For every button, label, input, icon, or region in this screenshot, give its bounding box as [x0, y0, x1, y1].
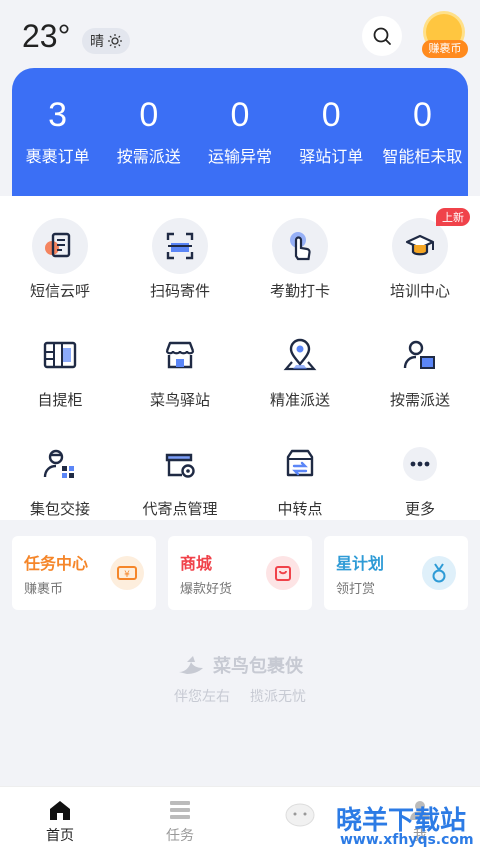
shop-gear-icon — [152, 436, 208, 492]
tab-label: 任务 — [166, 828, 194, 844]
brand-footer: 菜鸟包裹侠 伴您左右 揽派无忧 — [0, 652, 480, 706]
stat-locker-uncollected[interactable]: 0 智能柜未取 — [377, 68, 468, 196]
brand-logo: 菜鸟包裹侠 — [0, 652, 480, 678]
svg-text:¥: ¥ — [124, 570, 130, 580]
bird-logo-icon — [179, 656, 203, 674]
tab-tasks[interactable]: 任务 — [120, 787, 240, 853]
grid-item-attendance[interactable]: 考勤打卡 — [240, 218, 360, 301]
watermark-url: www.xfhyqs.com — [340, 832, 474, 848]
grid-item-pickup-locker[interactable]: 自提柜 — [0, 327, 120, 410]
grid-item-label: 集包交接 — [29, 500, 90, 518]
grid-item-transfer-point[interactable]: 中转点 — [240, 436, 360, 519]
top-bar: 23° 晴 赚裹币 — [0, 0, 480, 70]
promo-cards: 任务中心 赚裹币 ¥ 商城 爆款好货 星计划 领打赏 — [12, 536, 468, 610]
grid-item-label: 中转点 — [277, 500, 323, 518]
grid-item-training[interactable]: 上新 培训中心 — [360, 208, 480, 301]
stat-transport-exception[interactable]: 0 运输异常 — [194, 68, 285, 196]
sun-icon — [108, 34, 122, 48]
grid-item-precise-delivery[interactable]: 精准派送 — [240, 327, 360, 410]
more-dots-icon — [392, 436, 448, 492]
grid-item-label: 代寄点管理 — [142, 500, 218, 518]
temperature: 23° — [22, 18, 71, 54]
slogan-left: 伴您左右 — [174, 689, 230, 705]
coin-label: 赚裹币 — [422, 40, 468, 58]
search-icon — [373, 27, 391, 45]
transfer-box-icon — [272, 436, 328, 492]
grid-item-sms-call[interactable]: 短信云呼 — [0, 218, 120, 301]
stat-value: 0 — [321, 96, 341, 134]
grid-item-label: 按需派送 — [389, 391, 450, 409]
search-button[interactable] — [362, 16, 402, 56]
sms-call-icon — [32, 218, 88, 274]
order-stats-panel: 3 裹裹订单 0 按需派送 0 运输异常 0 驿站订单 0 智能柜未取 — [12, 68, 468, 196]
sheep-mascot-icon — [285, 803, 315, 827]
grid-item-scan-send[interactable]: 扫码寄件 — [120, 218, 240, 301]
grid-item-label: 自提柜 — [37, 391, 83, 409]
courier-box-icon — [392, 327, 448, 383]
store-icon — [152, 327, 208, 383]
grid-item-on-demand-delivery[interactable]: 按需派送 — [360, 327, 480, 410]
tab-label: 首页 — [46, 828, 74, 844]
location-pin-icon — [272, 327, 328, 383]
shopping-bag-icon — [266, 556, 300, 590]
stat-label: 按需派送 — [116, 147, 181, 166]
grid-item-more[interactable]: 更多 — [360, 436, 480, 519]
grid-item-label: 培训中心 — [389, 282, 450, 300]
grid-item-cainiao-station[interactable]: 菜鸟驿站 — [120, 327, 240, 410]
card-star-plan[interactable]: 星计划 领打赏 — [324, 536, 468, 610]
stat-on-demand-delivery[interactable]: 0 按需派送 — [103, 68, 194, 196]
touch-icon — [272, 218, 328, 274]
grid-item-label: 菜鸟驿站 — [149, 391, 210, 409]
grid-item-agent-point-management[interactable]: 代寄点管理 — [120, 436, 240, 519]
function-panel: 短信云呼 扫码寄件 考勤打卡 上新 培训中心 自提柜 菜鸟驿站 精准派送 按需派… — [0, 196, 480, 520]
new-badge: 上新 — [436, 208, 470, 226]
card-mall[interactable]: 商城 爆款好货 — [168, 536, 312, 610]
grid-item-label: 扫码寄件 — [149, 282, 210, 300]
slogan-right: 揽派无忧 — [250, 689, 306, 705]
list-icon — [170, 801, 190, 819]
grid-item-label: 考勤打卡 — [269, 282, 330, 300]
locker-icon — [32, 327, 88, 383]
brand-name: 菜鸟包裹侠 — [213, 656, 303, 677]
brand-slogan: 伴您左右 揽派无忧 — [0, 686, 480, 706]
graduation-cap-icon — [392, 218, 448, 274]
courier-qr-icon — [32, 436, 88, 492]
stat-label: 裹裹订单 — [25, 147, 90, 166]
home-icon — [50, 801, 70, 820]
stat-value: 0 — [139, 96, 159, 134]
function-grid: 短信云呼 扫码寄件 考勤打卡 上新 培训中心 自提柜 菜鸟驿站 精准派送 按需派… — [0, 208, 480, 519]
tab-home[interactable]: 首页 — [0, 787, 120, 853]
stat-value: 3 — [48, 96, 68, 134]
grid-item-bag-handover[interactable]: 集包交接 — [0, 436, 120, 519]
stat-parcel-orders[interactable]: 3 裹裹订单 — [12, 68, 103, 196]
grid-item-label: 精准派送 — [269, 391, 330, 409]
earn-coin-button[interactable]: 赚裹币 — [420, 12, 468, 60]
stat-value: 0 — [412, 96, 432, 134]
medal-icon — [422, 556, 456, 590]
weather-badge[interactable]: 晴 — [82, 28, 130, 54]
stat-value: 0 — [230, 96, 250, 134]
stat-label: 智能柜未取 — [382, 147, 463, 166]
coupon-icon: ¥ — [110, 556, 144, 590]
card-task-center[interactable]: 任务中心 赚裹币 ¥ — [12, 536, 156, 610]
grid-item-label: 更多 — [404, 500, 435, 518]
stat-label: 驿站订单 — [299, 147, 364, 166]
weather-text: 晴 — [90, 34, 104, 50]
stat-station-orders[interactable]: 0 驿站订单 — [286, 68, 377, 196]
grid-item-label: 短信云呼 — [29, 282, 90, 300]
scan-icon — [152, 218, 208, 274]
stat-label: 运输异常 — [208, 147, 273, 166]
